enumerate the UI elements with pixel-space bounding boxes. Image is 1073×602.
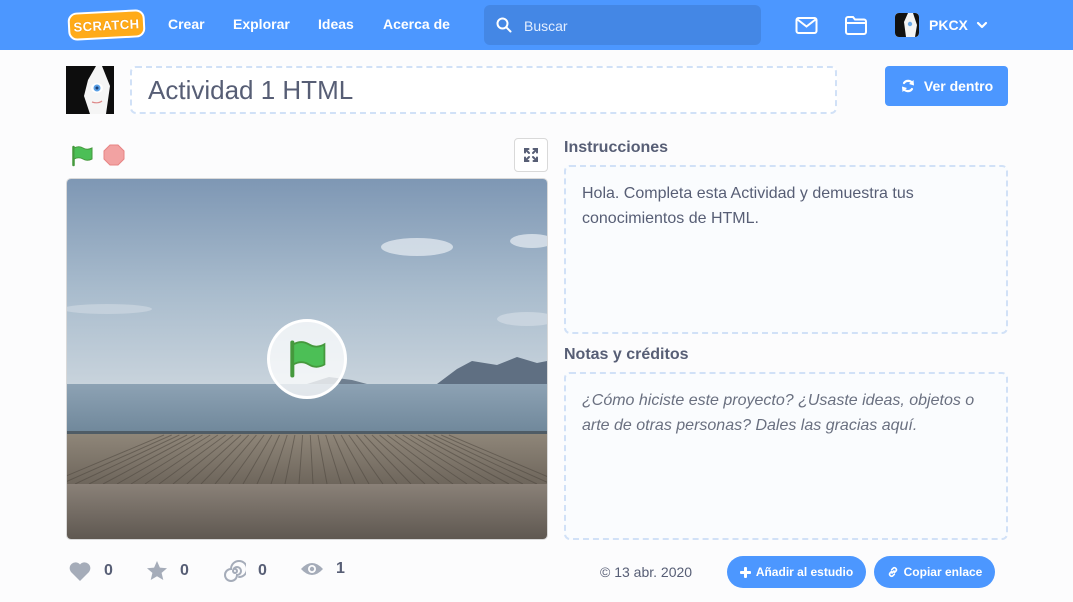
link-icon (888, 567, 897, 577)
favorite-stat[interactable]: 0 (146, 560, 189, 582)
nav-link-about[interactable]: Acerca de (383, 16, 450, 32)
nav-link-explore[interactable]: Explorar (233, 16, 290, 32)
notes-label: Notas y créditos (564, 346, 689, 363)
views-count: 1 (336, 560, 345, 577)
instructions-textbox[interactable]: Hola. Completa esta Actividad y demuestr… (564, 165, 1008, 334)
top-navigation-bar: SCRATCH Crear Explorar Ideas Acerca de P… (0, 0, 1073, 50)
notes-placeholder: ¿Cómo hiciste este proyecto? ¿Usaste ide… (582, 392, 975, 434)
search-bar (484, 5, 761, 47)
love-stat[interactable]: 0 (68, 560, 113, 582)
love-count: 0 (104, 562, 113, 579)
notes-textbox[interactable]: ¿Cómo hiciste este proyecto? ¿Usaste ide… (564, 372, 1008, 540)
my-stuff-icon[interactable] (844, 14, 868, 36)
copy-link-label: Copiar enlace (903, 565, 983, 579)
chevron-down-icon[interactable] (976, 19, 988, 31)
project-title-input[interactable] (132, 68, 835, 112)
star-icon (147, 561, 167, 580)
search-icon (496, 17, 512, 33)
share-date: © 13 abr. 2020 (600, 564, 693, 580)
instructions-text: Hola. Completa esta Actividad y demuestr… (582, 185, 914, 227)
remix-arrows-icon (901, 79, 914, 93)
messages-icon[interactable] (795, 14, 818, 36)
add-to-studio-button[interactable]: Añadir al estudio (727, 556, 866, 588)
heart-icon (69, 562, 91, 581)
views-stat: 1 (300, 560, 345, 578)
favorite-count: 0 (180, 562, 189, 579)
stop-icon[interactable] (103, 144, 125, 166)
scratch-logo[interactable]: SCRATCH (67, 9, 146, 41)
username-label[interactable]: PKCX (929, 17, 968, 33)
eye-icon (301, 563, 323, 575)
project-title-field[interactable] (130, 66, 837, 114)
remix-spiral-icon (224, 560, 246, 582)
plus-icon (739, 566, 751, 578)
nav-link-create[interactable]: Crear (168, 16, 205, 32)
fullscreen-icon (524, 148, 538, 162)
copy-link-button[interactable]: Copiar enlace (874, 556, 995, 588)
remix-stat: 0 (224, 560, 267, 582)
user-avatar[interactable] (895, 13, 919, 37)
search-input[interactable] (522, 5, 756, 47)
nav-link-ideas[interactable]: Ideas (318, 16, 354, 32)
project-owner-avatar[interactable] (66, 66, 114, 114)
green-flag-icon[interactable] (70, 144, 94, 168)
fullscreen-button[interactable] (514, 138, 548, 172)
see-inside-button[interactable]: Ver dentro (885, 66, 1008, 106)
add-to-studio-label: Añadir al estudio (755, 565, 854, 579)
instructions-label: Instrucciones (564, 139, 669, 156)
remix-count: 0 (258, 562, 267, 579)
see-inside-label: Ver dentro (923, 78, 994, 94)
project-stage[interactable] (66, 178, 548, 540)
green-flag-icon (290, 340, 326, 378)
stage-green-flag-button[interactable] (267, 319, 347, 399)
